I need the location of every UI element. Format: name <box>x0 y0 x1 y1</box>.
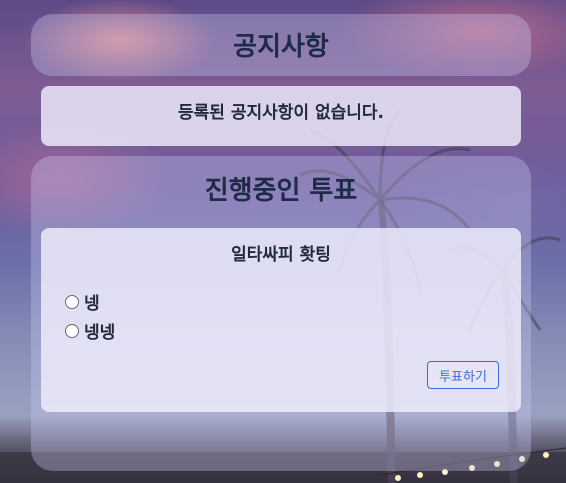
poll-option-label: 넹 <box>84 294 100 314</box>
poll-option-2[interactable]: 넹넹 <box>65 318 115 343</box>
poll-option-label: 넹넹 <box>84 323 116 343</box>
poll-section-title: 진행중인 투표 <box>204 176 358 206</box>
poll-question: 일타싸피 홧팅 <box>231 245 331 265</box>
vote-button[interactable]: 투표하기 <box>427 361 499 389</box>
radio-button[interactable] <box>65 294 79 309</box>
radio-button[interactable] <box>65 323 79 338</box>
notice-title: 공지사항 <box>233 32 329 62</box>
notice-header-card: 공지사항 <box>31 14 531 76</box>
notice-content: 등록된 공지사항이 없습니다. <box>41 86 521 146</box>
notice-empty-message: 등록된 공지사항이 없습니다. <box>178 103 384 123</box>
poll-content: 일타싸피 홧팅 넹 넹넹 투표하기 <box>41 228 521 412</box>
poll-option-1[interactable]: 넹 <box>65 289 100 314</box>
